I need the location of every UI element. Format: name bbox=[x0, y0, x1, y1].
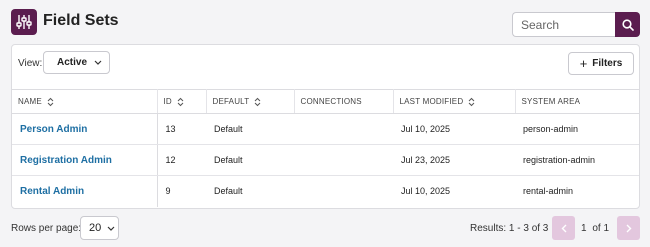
cell-connections bbox=[294, 113, 393, 145]
field-sets-card: View: Active + Filters NAME ID DEFAULT C… bbox=[11, 44, 640, 209]
row-name-link[interactable]: Registration Admin bbox=[20, 155, 112, 166]
sort-icon bbox=[254, 97, 261, 106]
chevron-down-icon bbox=[94, 60, 102, 65]
chevron-right-icon bbox=[626, 224, 631, 232]
column-header-system-area: SYSTEM AREA bbox=[515, 89, 639, 114]
next-page-button[interactable] bbox=[617, 216, 640, 240]
filters-label: Filters bbox=[592, 58, 623, 69]
rows-per-page-dropdown[interactable]: 20 bbox=[80, 216, 119, 240]
field-sets-table: NAME ID DEFAULT CONNECTIONS LAST MODIFIE… bbox=[12, 89, 639, 207]
cell-name: Rental Admin bbox=[12, 175, 158, 207]
column-header-id[interactable]: ID bbox=[157, 89, 207, 114]
row-name-link[interactable]: Person Admin bbox=[20, 124, 87, 135]
page-total: of 1 bbox=[592, 223, 610, 234]
cell-id: 12 bbox=[157, 144, 206, 176]
table-row: Registration Admin 12 Default Jul 23, 20… bbox=[12, 144, 639, 176]
column-header-connections: CONNECTIONS bbox=[294, 89, 394, 114]
page-title: Field Sets bbox=[43, 12, 119, 29]
cell-name: Registration Admin bbox=[12, 144, 158, 176]
rows-per-page-label: Rows per page: bbox=[11, 223, 82, 234]
row-name-link[interactable]: Rental Admin bbox=[20, 186, 84, 197]
cell-default: Default bbox=[214, 186, 243, 197]
cell-default: Default bbox=[206, 113, 294, 145]
cell-last-modified: Jul 10, 2025 bbox=[393, 113, 515, 145]
column-header-last-modified[interactable]: LAST MODIFIED bbox=[393, 89, 516, 114]
table-row: Rental Admin 9 Default Jul 10, 2025 rent… bbox=[12, 175, 639, 207]
cell-system-area: registration-admin bbox=[515, 144, 639, 176]
view-dropdown-value: Active bbox=[57, 57, 88, 68]
plus-icon: + bbox=[579, 56, 588, 71]
sliders-icon bbox=[11, 9, 37, 35]
cell-id: 13 bbox=[157, 113, 206, 145]
page-indicator: 1 of 1 bbox=[581, 223, 609, 234]
sort-icon bbox=[468, 97, 475, 106]
search-icon bbox=[621, 18, 634, 31]
previous-page-button[interactable] bbox=[552, 216, 575, 240]
view-dropdown[interactable]: Active bbox=[43, 51, 110, 74]
sort-icon bbox=[47, 97, 54, 106]
cell-connections bbox=[294, 144, 393, 176]
rows-per-page-value: 20 bbox=[89, 222, 102, 234]
chevron-down-icon bbox=[107, 226, 115, 231]
current-page: 1 bbox=[581, 223, 587, 234]
column-header-default[interactable]: DEFAULT bbox=[206, 89, 295, 114]
search-bar bbox=[512, 12, 640, 37]
table-header-row: NAME ID DEFAULT CONNECTIONS LAST MODIFIE… bbox=[12, 89, 639, 114]
sort-icon bbox=[177, 97, 184, 106]
cell-system-area: person-admin bbox=[515, 113, 639, 145]
chevron-left-icon bbox=[561, 224, 566, 232]
cell-connections bbox=[294, 176, 393, 207]
cell-name: Person Admin bbox=[12, 113, 158, 145]
column-header-name[interactable]: NAME bbox=[12, 89, 158, 114]
cell-last-modified: Jul 10, 2025 bbox=[401, 186, 451, 197]
view-label: View: bbox=[18, 58, 43, 69]
cell-system-area: rental-admin bbox=[523, 186, 574, 197]
table-row: Person Admin 13 Default Jul 10, 2025 per… bbox=[12, 113, 639, 145]
cell-id: 9 bbox=[165, 186, 171, 197]
search-input[interactable] bbox=[512, 12, 615, 37]
cell-last-modified: Jul 23, 2025 bbox=[393, 144, 515, 176]
cell-default: Default bbox=[206, 144, 294, 176]
filters-button[interactable]: + Filters bbox=[568, 52, 634, 75]
results-count: Results: 1 - 3 of 3 bbox=[470, 223, 549, 234]
search-button[interactable] bbox=[615, 12, 640, 37]
